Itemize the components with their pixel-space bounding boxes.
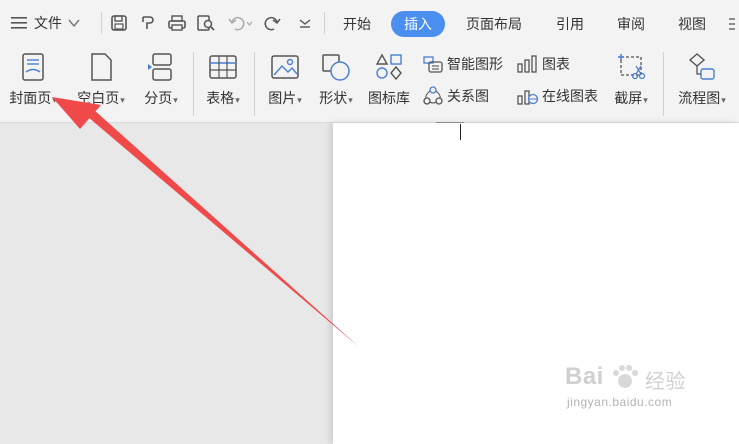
watermark-brand: Bai: [565, 363, 604, 390]
watermark: Bai 经验 jingyan.baidu.com: [565, 363, 735, 409]
watermark-url: jingyan.baidu.com: [567, 395, 673, 409]
watermark-suffix: 经验: [645, 371, 686, 393]
paw-logo: [613, 365, 638, 388]
